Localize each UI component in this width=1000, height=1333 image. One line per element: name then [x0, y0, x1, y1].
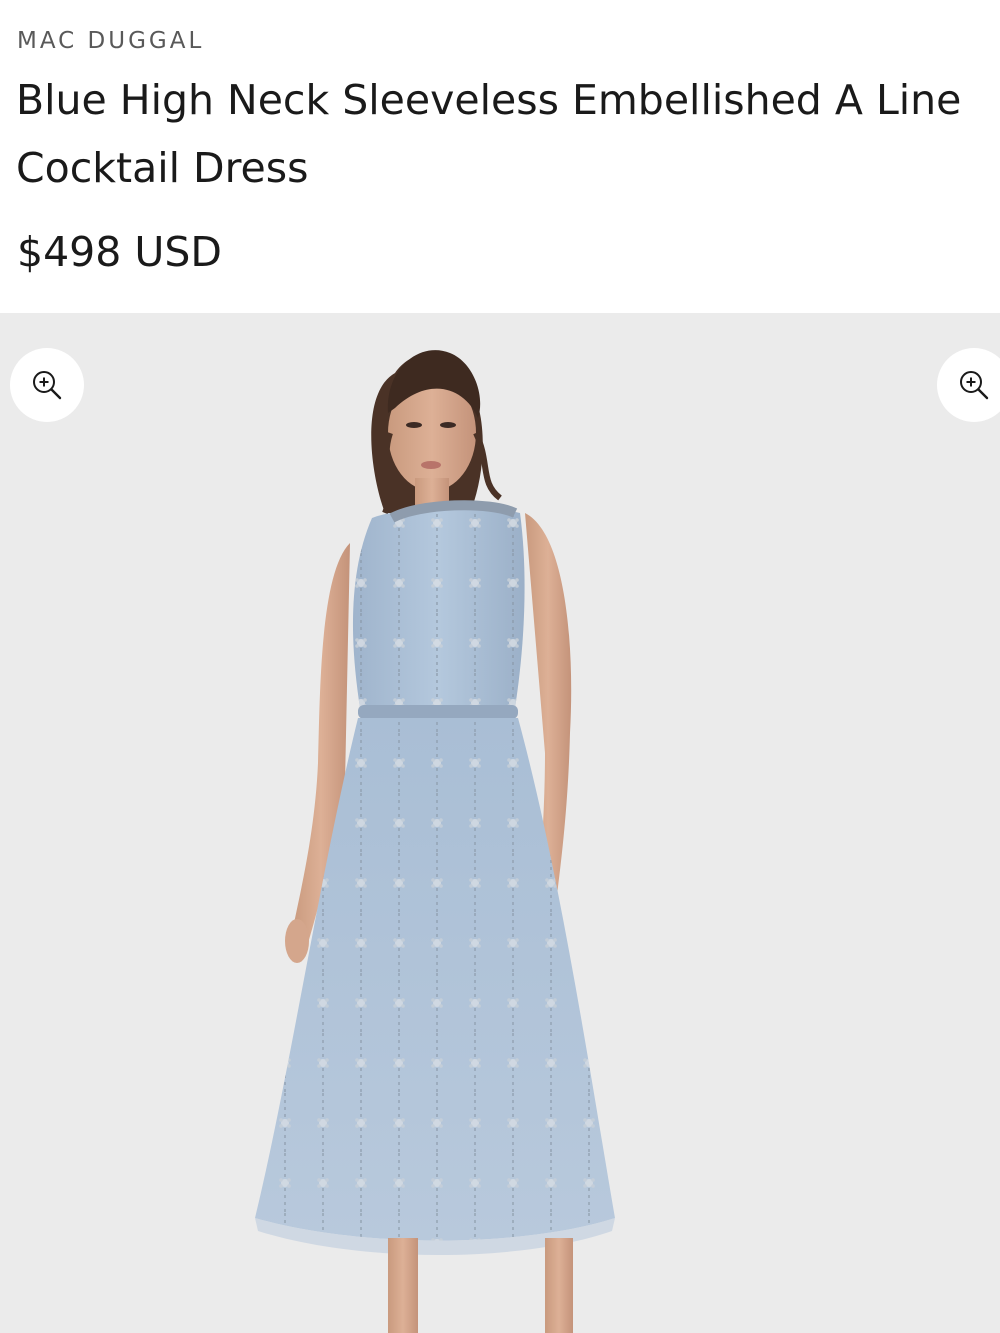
- zoom-in-icon: [960, 371, 989, 400]
- product-page: MAC DUGGAL Blue High Neck Sleeveless Emb…: [0, 0, 1000, 1333]
- zoom-in-icon: [33, 371, 62, 400]
- zoom-button-left[interactable]: [10, 348, 84, 422]
- brand-name[interactable]: MAC DUGGAL: [17, 28, 204, 54]
- product-image-gallery[interactable]: [0, 313, 1000, 1333]
- product-photo[interactable]: [0, 313, 1000, 1333]
- product-header: MAC DUGGAL Blue High Neck Sleeveless Emb…: [0, 0, 1000, 313]
- product-price: $498 USD: [17, 228, 222, 276]
- product-title: Blue High Neck Sleeveless Embellished A …: [16, 76, 962, 192]
